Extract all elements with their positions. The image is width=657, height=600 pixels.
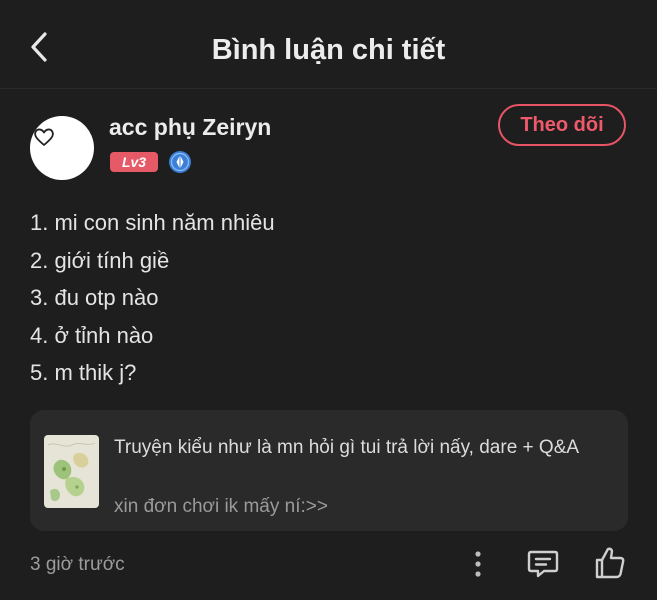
comment-line: 2. giới tính giề	[30, 247, 170, 273]
follow-button[interactable]: Theo dõi	[498, 104, 626, 146]
story-author: xin đơn chơi ik mấy ní:>>	[114, 496, 328, 517]
like-button[interactable]	[594, 546, 626, 580]
thumbs-up-icon	[595, 547, 625, 579]
verified-badge-icon	[168, 150, 192, 174]
page-title: Bình luận chi tiết	[211, 34, 446, 66]
story-card[interactable]: Truyện kiểu như là mn hỏi gì tui trả lời…	[30, 410, 628, 531]
comment-line: 3. đu otp nào	[30, 285, 159, 310]
more-vertical-icon	[475, 551, 481, 577]
comment-line: 4. ở tỉnh nào	[30, 322, 154, 348]
level-badge: Lv3	[110, 152, 158, 172]
top-bar: Bình luận chi tiết	[0, 0, 657, 89]
avatar[interactable]	[30, 116, 94, 180]
comment-text: 1. mi con sinh năm nhiêu 2. giới tính gi…	[30, 204, 630, 392]
more-options-button[interactable]	[466, 548, 490, 580]
story-thumbnail	[44, 435, 99, 508]
comment-timestamp: 3 giờ trước	[30, 554, 125, 575]
comment-icon	[527, 550, 559, 578]
comment-line: 1. mi con sinh năm nhiêu	[30, 210, 275, 235]
heart-outline-icon	[34, 128, 54, 146]
comment-line: 5. m thik j?	[30, 360, 137, 385]
story-title: Truyện kiểu như là mn hỏi gì tui trả lời…	[114, 437, 580, 458]
author-name[interactable]: acc phụ Zeiryn	[109, 112, 271, 142]
reply-button[interactable]	[526, 548, 560, 580]
